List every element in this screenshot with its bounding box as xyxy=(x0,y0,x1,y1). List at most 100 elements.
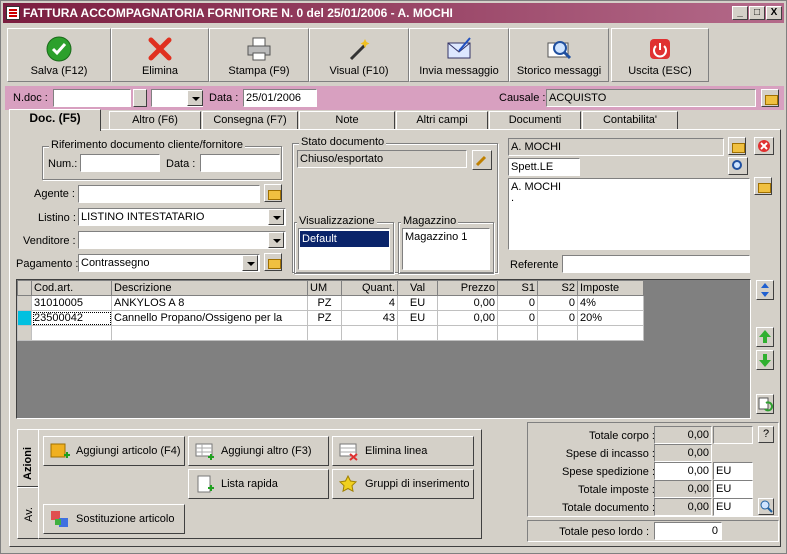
rif-data-input[interactable] xyxy=(200,154,280,172)
aggiungi-articolo-button[interactable]: Aggiungi articolo (F4) xyxy=(43,436,185,466)
cell-empty[interactable] xyxy=(341,325,398,341)
col-descrizione[interactable]: Descrizione xyxy=(111,280,308,296)
tab-contabilita[interactable]: Contabilita' xyxy=(582,111,678,130)
visualizzazione-list[interactable]: Default xyxy=(298,228,390,270)
cell-descrizione[interactable]: Cannello Propano/Ossigeno per la xyxy=(111,310,308,326)
ndoc-input[interactable] xyxy=(53,89,131,107)
listino-select[interactable]: LISTINO INTESTATARIO xyxy=(78,208,286,226)
move-down-button[interactable] xyxy=(756,350,774,370)
cell-empty[interactable] xyxy=(537,325,578,341)
cell-empty[interactable] xyxy=(111,325,308,341)
col-cod-art[interactable]: Cod.art. xyxy=(31,280,112,296)
aggiungi-altro-button[interactable]: Aggiungi altro (F3) xyxy=(188,436,329,466)
causale-field[interactable]: ACQUISTO xyxy=(546,89,756,107)
cliente-remove-button[interactable] xyxy=(754,137,774,155)
pagamento-select[interactable]: Contrassegno xyxy=(78,254,260,272)
uscita-button[interactable]: Uscita (ESC) xyxy=(611,28,709,82)
tab-consegna[interactable]: Consegna (F7) xyxy=(202,111,298,130)
zoom-button[interactable] xyxy=(758,498,774,515)
table-row-empty[interactable] xyxy=(17,325,644,341)
cell-empty[interactable] xyxy=(307,325,342,341)
articles-grid[interactable]: Cod.art. Descrizione UM Quant. Val Prezz… xyxy=(16,279,751,419)
visual-button[interactable]: Visual (F10) xyxy=(309,28,409,82)
peso-value[interactable]: 0 xyxy=(654,522,722,540)
col-val[interactable]: Val xyxy=(397,280,438,296)
magazzino-list[interactable]: Magazzino 1 xyxy=(402,228,490,270)
agente-input[interactable] xyxy=(78,185,260,203)
chevron-down-icon[interactable] xyxy=(187,90,203,106)
num-input[interactable] xyxy=(80,154,160,172)
listino-chevron-down-icon[interactable] xyxy=(268,209,284,225)
col-imposte[interactable]: Imposte xyxy=(577,280,644,296)
col-s2[interactable]: S2 xyxy=(537,280,578,296)
cell-prezzo[interactable]: 0,00 xyxy=(437,310,498,326)
agente-folder-icon[interactable] xyxy=(264,184,282,202)
move-up-button[interactable] xyxy=(756,327,774,347)
tab-doc[interactable]: Doc. (F5) xyxy=(9,109,101,131)
table-row[interactable]: 23500042 Cannello Propano/Ossigeno per l… xyxy=(17,310,644,326)
col-quant[interactable]: Quant. xyxy=(341,280,398,296)
refresh-button[interactable] xyxy=(756,394,774,414)
cell-s2[interactable]: 0 xyxy=(537,295,578,311)
col-s1[interactable]: S1 xyxy=(497,280,538,296)
venditore-select[interactable] xyxy=(78,231,286,249)
search-icon[interactable] xyxy=(728,157,748,175)
cell-descrizione[interactable]: ANKYLOS A 8 xyxy=(111,295,308,311)
totale-imposte-currency[interactable]: EU xyxy=(713,480,753,498)
visualizzazione-selected[interactable]: Default xyxy=(300,231,389,247)
folder-icon[interactable] xyxy=(761,89,779,107)
tab-azioni[interactable]: Azioni xyxy=(17,429,39,487)
spese-spedizione-currency[interactable]: EU xyxy=(713,462,753,480)
cell-val[interactable]: EU xyxy=(397,310,438,326)
cell-cod-art[interactable]: 31010005 xyxy=(31,295,112,311)
cell-s2[interactable]: 0 xyxy=(537,310,578,326)
lista-rapida-button[interactable]: Lista rapida xyxy=(188,469,329,499)
invia-messaggio-button[interactable]: Invia messaggio xyxy=(409,28,509,82)
maximize-button[interactable]: □ xyxy=(749,6,765,20)
referente-input[interactable] xyxy=(562,255,750,273)
cell-prezzo[interactable]: 0,00 xyxy=(437,295,498,311)
pagamento-folder-icon[interactable] xyxy=(264,253,282,271)
stato-edit-button[interactable] xyxy=(472,150,492,170)
cliente-folder-icon[interactable] xyxy=(728,137,746,155)
ndoc-suffix-button[interactable] xyxy=(133,89,147,107)
salutation-input[interactable]: Spett.LE xyxy=(508,158,580,176)
cell-imposte[interactable]: 4% xyxy=(577,295,644,311)
col-um[interactable]: UM xyxy=(307,280,342,296)
cell-imposte[interactable]: 20% xyxy=(577,310,644,326)
tab-documenti[interactable]: Documenti xyxy=(489,111,581,130)
cell-s1[interactable]: 0 xyxy=(497,295,538,311)
cell-empty[interactable] xyxy=(577,325,644,341)
sostituzione-articolo-button[interactable]: Sostituzione articolo xyxy=(43,504,185,534)
minimize-button[interactable]: _ xyxy=(732,6,748,20)
elimina-linea-button[interactable]: Elimina linea xyxy=(332,436,474,466)
address-folder-icon[interactable] xyxy=(754,177,772,195)
stampa-button[interactable]: Stampa (F9) xyxy=(209,28,309,82)
elimina-button[interactable]: Elimina xyxy=(111,28,209,82)
cell-quant[interactable]: 4 xyxy=(341,295,398,311)
tab-av[interactable]: Av. xyxy=(17,487,39,539)
cell-empty[interactable] xyxy=(497,325,538,341)
cell-empty[interactable] xyxy=(397,325,438,341)
spese-spedizione-value[interactable]: 0,00 xyxy=(654,462,712,480)
totale-documento-currency[interactable]: EU xyxy=(713,498,753,516)
venditore-chevron-down-icon[interactable] xyxy=(268,232,284,248)
col-prezzo[interactable]: Prezzo xyxy=(437,280,498,296)
cell-um[interactable]: PZ xyxy=(307,295,342,311)
cell-cod-art[interactable]: 23500042 xyxy=(31,310,112,326)
gruppi-inserimento-button[interactable]: Gruppi di inserimento xyxy=(332,469,474,499)
address-textarea[interactable]: A. MOCHI . xyxy=(508,178,750,250)
storico-messaggi-button[interactable]: Storico messaggi xyxy=(509,28,609,82)
close-button[interactable]: X xyxy=(766,6,782,20)
tab-altro[interactable]: Altro (F6) xyxy=(109,111,201,130)
tab-note[interactable]: Note xyxy=(299,111,395,130)
move-up-down-button[interactable] xyxy=(756,280,774,300)
data-input[interactable]: 25/01/2006 xyxy=(243,89,317,107)
cell-quant[interactable]: 43 xyxy=(341,310,398,326)
cell-s1[interactable]: 0 xyxy=(497,310,538,326)
help-button[interactable]: ? xyxy=(758,426,774,443)
tab-altri-campi[interactable]: Altri campi xyxy=(396,111,488,130)
salva-button[interactable]: Salva (F12) xyxy=(7,28,111,82)
cell-empty[interactable] xyxy=(437,325,498,341)
table-row[interactable]: 31010005 ANKYLOS A 8 PZ 4 EU 0,00 0 0 4% xyxy=(17,295,644,311)
